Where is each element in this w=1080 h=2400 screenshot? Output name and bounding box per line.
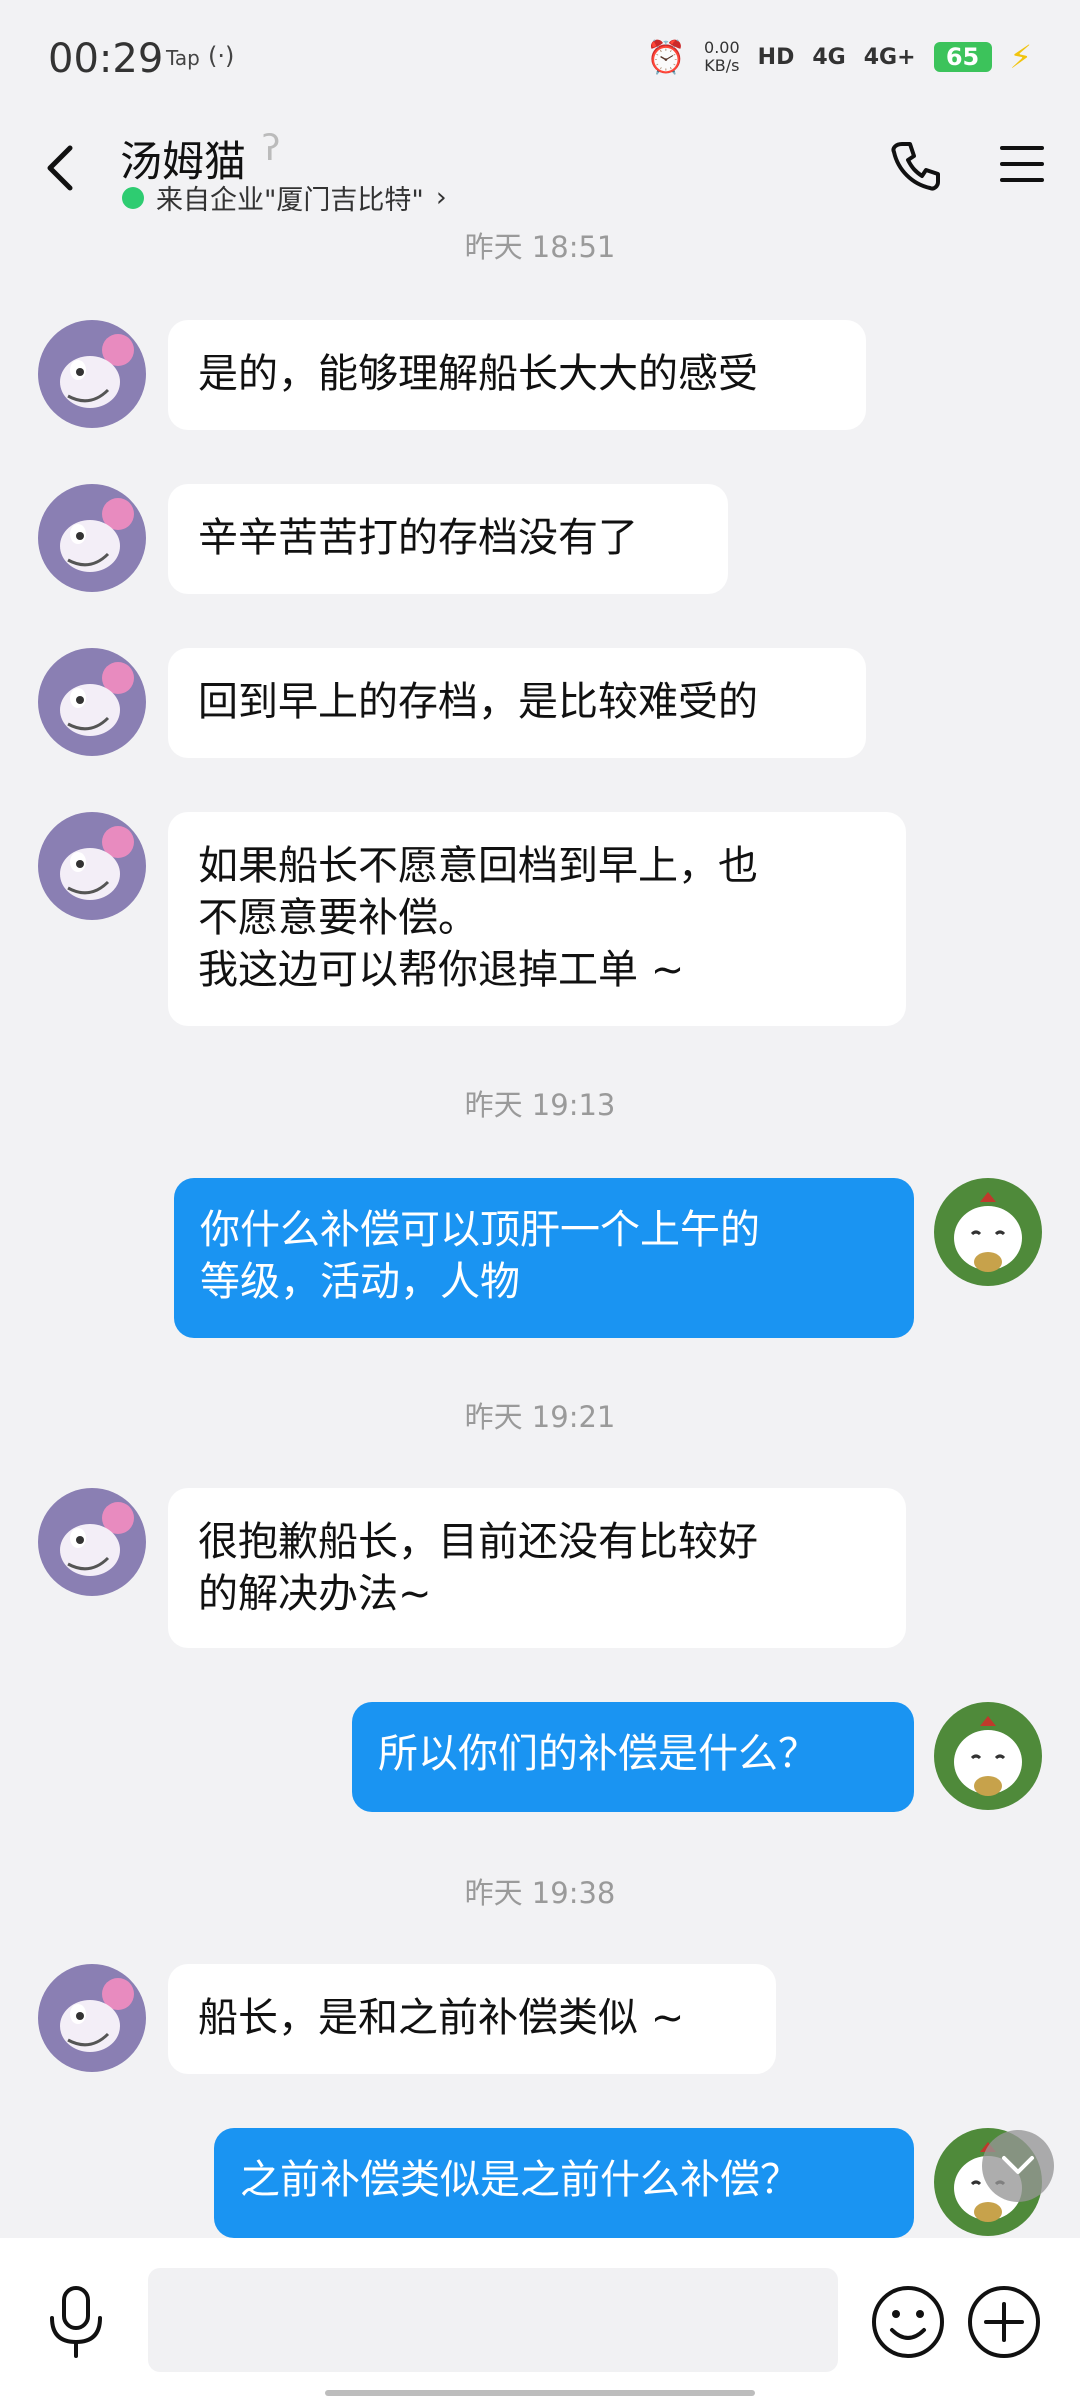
incoming-message[interactable]: 回到早上的存档，是比较难受的 bbox=[168, 648, 866, 758]
my-avatar[interactable] bbox=[934, 1702, 1042, 1810]
timestamp: 昨天 19:21 bbox=[464, 1400, 616, 1434]
status-right-group: ⏰ 0.00 KB/s HD 4G 4G+ 65 ⚡ bbox=[646, 38, 1032, 76]
tom-cat-avatar-icon bbox=[38, 648, 146, 756]
tom-cat-avatar-icon bbox=[38, 1488, 146, 1596]
avatar[interactable] bbox=[38, 1964, 146, 2072]
incoming-message[interactable]: 如果船长不愿意回档到早上，也 不愿意要补偿。 我这边可以帮你退掉工单 ~ bbox=[168, 812, 906, 1026]
tom-cat-avatar-icon bbox=[38, 1964, 146, 2072]
avatar[interactable] bbox=[38, 812, 146, 920]
back-icon[interactable] bbox=[40, 138, 80, 198]
outgoing-message[interactable]: 所以你们的补偿是什么？ bbox=[352, 1702, 914, 1812]
white-cat-avatar-icon bbox=[934, 1178, 1042, 1286]
online-dot bbox=[122, 186, 144, 209]
battery-indicator: 65 bbox=[933, 42, 992, 72]
timestamp: 昨天 19:38 bbox=[464, 1876, 616, 1910]
phone-icon[interactable] bbox=[888, 138, 944, 194]
company-label: 来自企业"厦门吉比特" bbox=[156, 185, 424, 216]
hd-badge: HD bbox=[757, 44, 795, 70]
contact-subtitle[interactable]: 来自企业"厦门吉比特" › bbox=[122, 178, 447, 217]
tom-cat-avatar-icon bbox=[38, 812, 146, 920]
incoming-message[interactable]: 辛辛苦苦打的存档没有了 bbox=[168, 484, 728, 594]
emoji-icon[interactable] bbox=[868, 2282, 948, 2362]
mic-icon[interactable] bbox=[44, 2284, 108, 2362]
chevron-down-icon bbox=[1002, 2156, 1034, 2174]
input-bar bbox=[0, 2238, 1080, 2400]
avatar[interactable] bbox=[38, 320, 146, 428]
signal-broadcast-icon: (·) bbox=[208, 42, 235, 70]
net-speed: 0.00 KB/s bbox=[704, 38, 740, 75]
sim2-signal: 4G+ bbox=[863, 44, 916, 70]
incoming-message[interactable]: 很抱歉船长，目前还没有比较好 的解决办法~ bbox=[168, 1488, 906, 1648]
chevron-right-icon: › bbox=[435, 182, 447, 213]
tom-cat-avatar-icon bbox=[38, 484, 146, 592]
incoming-message[interactable]: 船长，是和之前补偿类似 ~ bbox=[168, 1964, 776, 2074]
scroll-to-bottom-button[interactable] bbox=[982, 2130, 1054, 2202]
timestamp: 昨天 18:51 bbox=[464, 230, 616, 264]
my-avatar[interactable] bbox=[934, 1178, 1042, 1286]
incoming-message[interactable]: 是的，能够理解船长大大的感受 bbox=[168, 320, 866, 430]
timestamp: 昨天 19:13 bbox=[464, 1088, 616, 1122]
message-input[interactable] bbox=[148, 2268, 838, 2372]
charging-icon: ⚡ bbox=[1009, 38, 1032, 76]
avatar[interactable] bbox=[38, 1488, 146, 1596]
status-time: 00:29 bbox=[48, 36, 164, 82]
sim1-signal: 4G bbox=[812, 44, 846, 70]
tom-cat-avatar-icon bbox=[38, 320, 146, 428]
home-indicator[interactable] bbox=[325, 2390, 755, 2396]
outgoing-message[interactable]: 之前补偿类似是之前什么补偿？ bbox=[214, 2128, 914, 2238]
white-cat-avatar-icon bbox=[934, 1702, 1042, 1810]
chat-header: 汤姆猫 ʔ 来自企业"厦门吉比特" › bbox=[0, 110, 1080, 230]
ear-icon[interactable]: ʔ bbox=[262, 128, 280, 169]
outgoing-message[interactable]: 你什么补偿可以顶肝一个上午的 等级，活动，人物 bbox=[174, 1178, 914, 1338]
menu-icon[interactable] bbox=[998, 140, 1046, 188]
avatar[interactable] bbox=[38, 648, 146, 756]
tap-indicator: Tap bbox=[166, 46, 200, 70]
plus-icon[interactable] bbox=[964, 2282, 1044, 2362]
avatar[interactable] bbox=[38, 484, 146, 592]
alarm-icon: ⏰ bbox=[646, 38, 687, 76]
status-bar: 00:29 Tap (·) ⏰ 0.00 KB/s HD 4G 4G+ 65 ⚡ bbox=[0, 0, 1080, 110]
